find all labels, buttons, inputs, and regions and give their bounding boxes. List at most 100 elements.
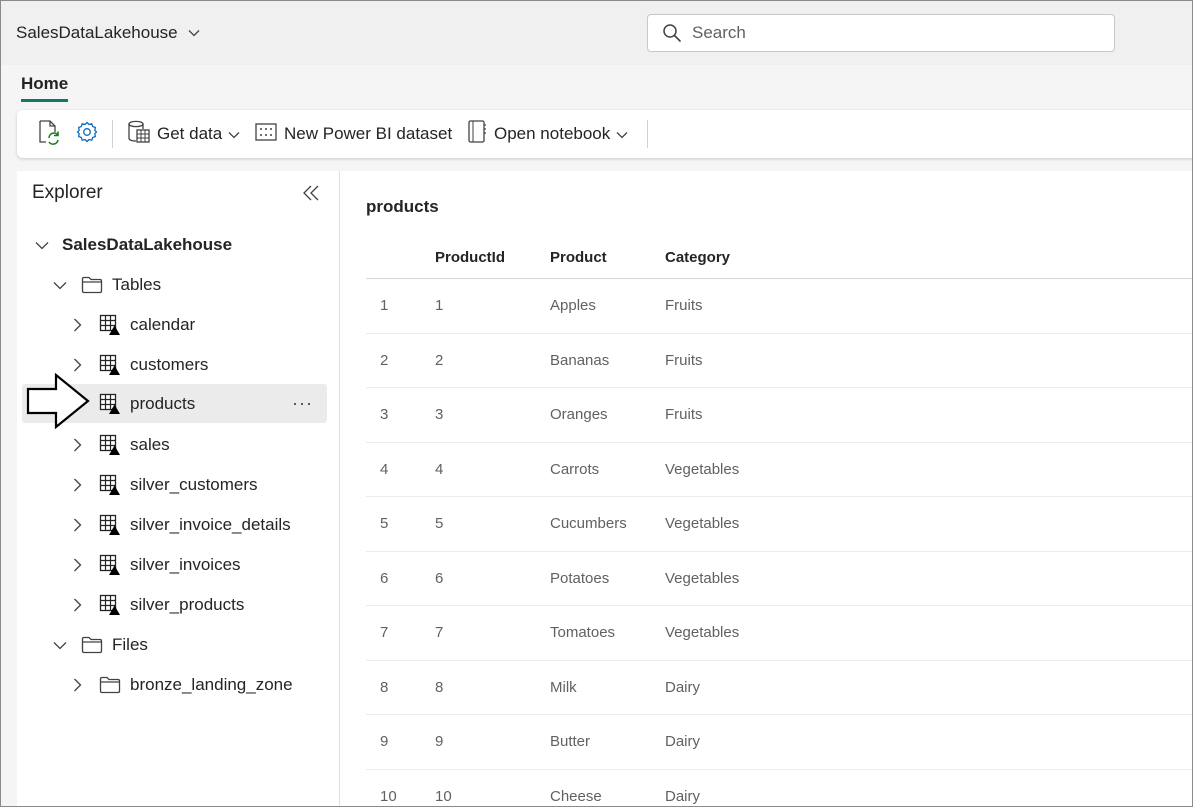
delta-table-icon xyxy=(99,314,121,336)
tree-item-label: Tables xyxy=(112,275,162,294)
table-cell: Milk xyxy=(550,678,577,696)
table-cell: Vegetables xyxy=(665,515,740,532)
toolbar-divider xyxy=(112,120,113,148)
toolbar: Get data New Power BI dataset Open noteb… xyxy=(17,110,1192,158)
chevron-down-icon xyxy=(616,124,628,144)
chevron-down-icon xyxy=(53,281,67,290)
explorer-panel: Explorer SalesDataLakehouse Tables calen… xyxy=(17,171,340,806)
table-cell: 2 xyxy=(435,351,444,369)
tree-item-table-silver-customers[interactable]: silver_customers xyxy=(22,466,327,504)
lakehouse-name: SalesDataLakehouse xyxy=(16,23,178,42)
chevron-right-icon xyxy=(73,518,82,532)
table-cell: Carrots xyxy=(550,460,600,478)
notebook-icon xyxy=(466,119,488,150)
lakehouse-switcher[interactable]: SalesDataLakehouse xyxy=(16,23,200,43)
tree-item-label: SalesDataLakehouse xyxy=(62,235,233,254)
table-row: 6 6 Potatoes Vegetables xyxy=(366,552,1192,606)
table-row: 5 5 Cucumbers Vegetables xyxy=(366,497,1192,552)
table-row: 7 7 Tomatoes Vegetables xyxy=(366,606,1192,661)
table-cell: 10 xyxy=(435,787,452,805)
chevron-down-icon xyxy=(35,241,49,250)
new-power-bi-dataset-label: New Power BI dataset xyxy=(284,124,453,143)
tree-item-table-silver-invoices[interactable]: silver_invoices xyxy=(22,546,327,584)
row-number: 4 xyxy=(380,460,389,478)
tree-item-label: customers xyxy=(130,355,209,374)
column-header[interactable]: Category xyxy=(665,249,730,266)
chevron-down-icon xyxy=(53,641,67,650)
table-cell: Vegetables xyxy=(665,624,740,641)
delta-table-icon xyxy=(99,434,121,456)
table-cell: 3 xyxy=(435,406,444,423)
table-cell: Dairy xyxy=(665,787,701,805)
open-notebook-button[interactable]: Open notebook xyxy=(466,110,628,158)
tree-item-files-folder[interactable]: Files xyxy=(22,626,327,664)
tree-item-label: sales xyxy=(130,435,170,454)
row-number: 8 xyxy=(380,678,389,696)
table-preview-panel: products ProductId Product Category 1 1 … xyxy=(340,171,1192,807)
table-cell: Oranges xyxy=(550,406,608,423)
chevron-down-icon xyxy=(228,124,240,144)
explorer-title: Explorer xyxy=(32,182,103,203)
folder-icon xyxy=(81,636,103,654)
table-header-row: ProductId Product Category xyxy=(366,235,1192,279)
table-cell: 8 xyxy=(435,678,444,696)
table-cell: 1 xyxy=(435,297,444,314)
table-cell: Dairy xyxy=(665,678,701,696)
row-number: 2 xyxy=(380,351,389,369)
search-box[interactable] xyxy=(647,14,1115,52)
delta-table-icon xyxy=(99,393,121,415)
data-table: ProductId Product Category 1 1 Apples Fr… xyxy=(366,235,1192,807)
table-cell: Cucumbers xyxy=(550,515,627,532)
table-row: 8 8 Milk Dairy xyxy=(366,661,1192,715)
folder-icon xyxy=(99,676,121,694)
more-options-button[interactable]: ··· xyxy=(292,393,313,414)
collapse-explorer-button[interactable] xyxy=(302,184,320,207)
row-number: 7 xyxy=(380,624,389,641)
tree-item-table-silver-invoice-details[interactable]: silver_invoice_details xyxy=(22,506,327,544)
tree-item-label: silver_invoice_details xyxy=(130,515,291,534)
tree-item-label: products xyxy=(130,393,196,413)
get-data-label: Get data xyxy=(157,124,223,143)
tree-item-label: silver_products xyxy=(130,595,245,614)
table-cell: 9 xyxy=(435,733,444,750)
delta-table-icon xyxy=(99,514,121,536)
row-number: 3 xyxy=(380,406,389,423)
table-cell: 6 xyxy=(435,569,444,587)
table-row: 10 10 Cheese Dairy xyxy=(366,770,1192,807)
chevron-right-icon xyxy=(73,678,82,692)
tree-item-label: silver_invoices xyxy=(130,555,241,574)
tree-item-table-calendar[interactable]: calendar xyxy=(22,306,327,344)
table-cell: Fruits xyxy=(665,406,703,423)
delta-table-icon xyxy=(99,554,121,576)
new-power-bi-dataset-button[interactable]: New Power BI dataset xyxy=(254,110,452,158)
column-header[interactable]: Product xyxy=(550,249,607,266)
chevron-right-icon xyxy=(73,558,82,572)
open-notebook-label: Open notebook xyxy=(494,124,611,143)
table-cell: Tomatoes xyxy=(550,624,616,641)
dataset-icon xyxy=(254,120,278,149)
row-number: 9 xyxy=(380,733,389,750)
settings-button[interactable] xyxy=(75,110,99,158)
refresh-button[interactable] xyxy=(37,110,61,158)
tree-item-folder-bronze-landing-zone[interactable]: bronze_landing_zone xyxy=(22,666,327,704)
chevron-right-icon xyxy=(73,478,82,492)
tree-item-label: Files xyxy=(112,635,148,654)
tab-home[interactable]: Home xyxy=(21,74,69,102)
table-cell: Fruits xyxy=(665,297,703,314)
table-cell: 7 xyxy=(435,624,444,641)
get-data-button[interactable]: Get data xyxy=(127,110,240,158)
column-header[interactable]: ProductId xyxy=(435,249,505,266)
chevron-right-icon xyxy=(73,318,82,332)
table-row: 4 4 Carrots Vegetables xyxy=(366,443,1192,497)
double-chevron-left-icon xyxy=(302,185,320,206)
search-input[interactable] xyxy=(690,22,1094,44)
row-number: 1 xyxy=(380,297,389,314)
tree-item-label: silver_customers xyxy=(130,475,258,494)
tree-item-tables-folder[interactable]: Tables xyxy=(22,266,327,304)
toolbar-divider xyxy=(647,120,648,148)
tree-item-table-silver-products[interactable]: silver_products xyxy=(22,586,327,624)
chevron-right-icon xyxy=(73,438,82,452)
ribbon-tabs: Home xyxy=(1,65,1192,105)
tree-item-lakehouse-root[interactable]: SalesDataLakehouse xyxy=(22,226,327,264)
annotation-arrow-icon xyxy=(26,372,92,434)
